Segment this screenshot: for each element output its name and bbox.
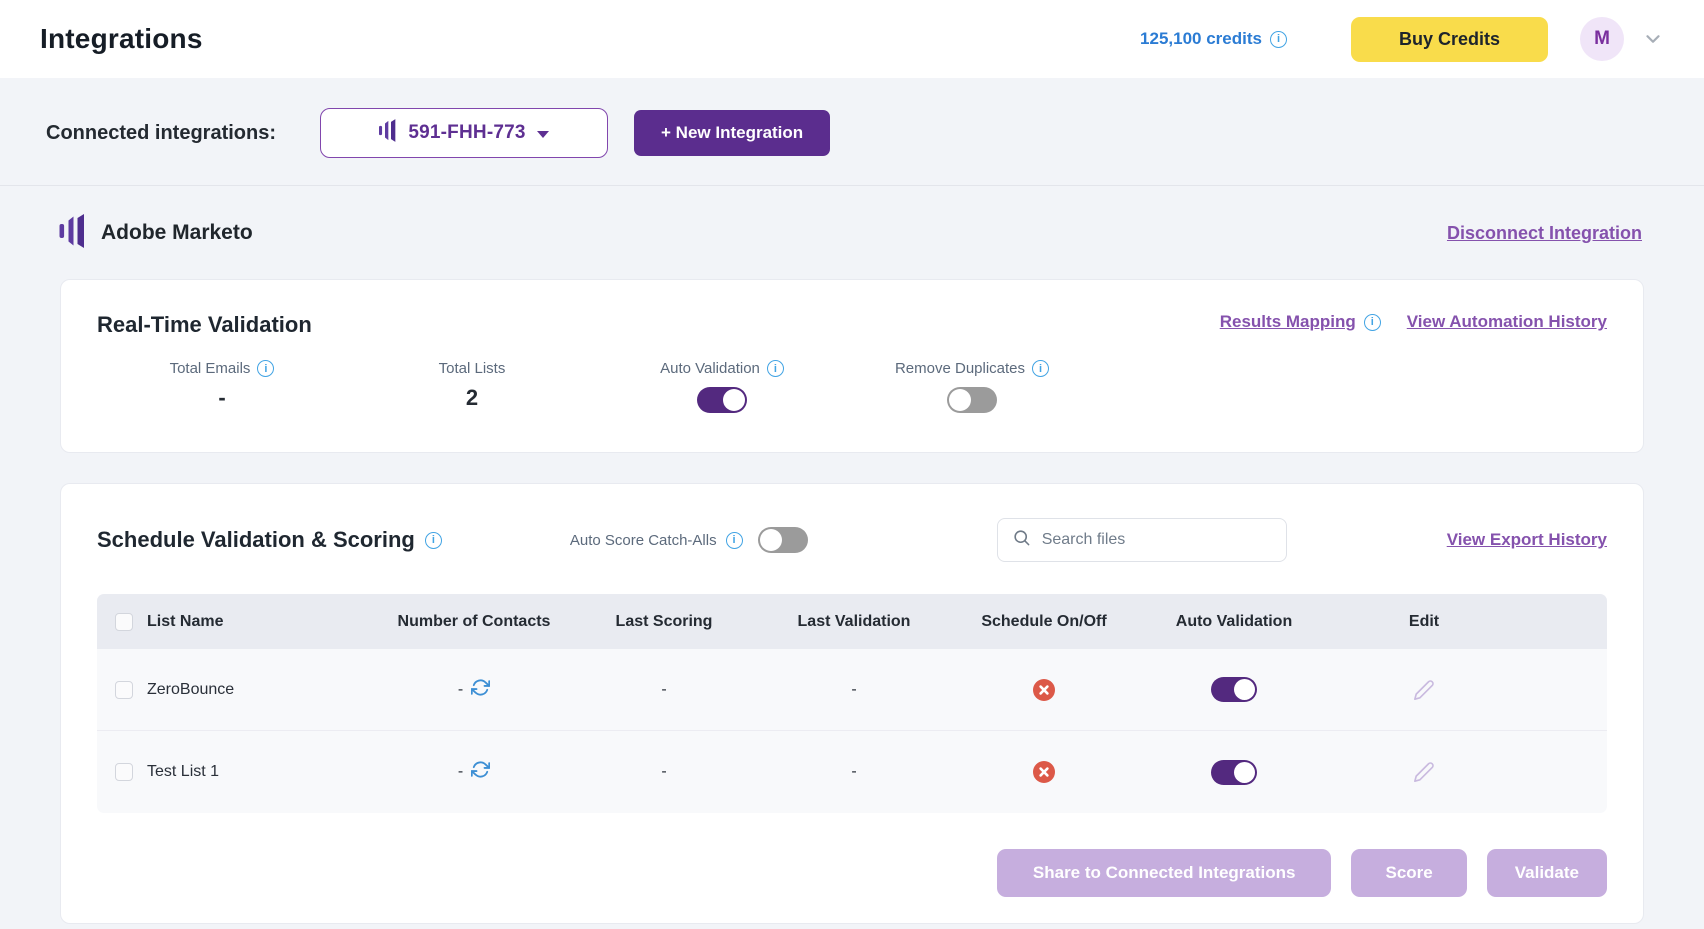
- realtime-validation-card: Real-Time Validation Results Mapping Vie…: [60, 279, 1644, 453]
- chevron-down-icon[interactable]: [1642, 28, 1664, 50]
- caret-down-icon: [537, 131, 549, 138]
- total-emails-info-icon[interactable]: [257, 360, 274, 377]
- col-last-scoring: Last Scoring: [569, 613, 759, 631]
- auto-score-toggle[interactable]: [758, 527, 808, 553]
- table-row: ZeroBounce - - -: [97, 649, 1607, 731]
- total-emails-value: -: [97, 385, 347, 411]
- main-content: Connected integrations: 591-FHH-773 + Ne…: [0, 78, 1704, 924]
- integration-name: Adobe Marketo: [101, 221, 253, 245]
- results-mapping-link[interactable]: Results Mapping: [1220, 312, 1356, 332]
- row-auto-validation-toggle[interactable]: [1211, 760, 1257, 785]
- auto-score-info-icon[interactable]: [726, 532, 743, 549]
- marketo-icon: [379, 119, 397, 147]
- last-scoring-value: -: [569, 681, 759, 699]
- remove-duplicates-toggle[interactable]: [947, 387, 997, 413]
- selected-integration-value: 591-FHH-773: [408, 122, 525, 144]
- stat-total-lists: Total Lists 2: [347, 360, 597, 416]
- page-title: Integrations: [40, 23, 203, 55]
- validate-button[interactable]: Validate: [1487, 849, 1607, 897]
- connected-integrations-label: Connected integrations:: [46, 122, 276, 145]
- col-number-of-contacts: Number of Contacts: [379, 613, 569, 631]
- bulk-actions: Share to Connected Integrations Score Va…: [97, 849, 1607, 897]
- row-auto-validation-toggle[interactable]: [1211, 677, 1257, 702]
- list-name: ZeroBounce: [147, 681, 234, 699]
- remove-duplicates-info-icon[interactable]: [1032, 360, 1049, 377]
- contacts-value: -: [458, 763, 463, 781]
- lists-table: List Name Number of Contacts Last Scorin…: [97, 594, 1607, 813]
- disconnect-integration-link[interactable]: Disconnect Integration: [1447, 223, 1642, 244]
- search-icon: [1012, 528, 1031, 552]
- stat-label: Remove Duplicates: [895, 360, 1025, 377]
- last-validation-value: -: [759, 681, 949, 699]
- connected-integrations-bar: Connected integrations: 591-FHH-773 + Ne…: [46, 108, 1704, 158]
- view-export-history-link[interactable]: View Export History: [1447, 530, 1607, 550]
- stat-remove-duplicates: Remove Duplicates: [847, 360, 1097, 416]
- results-mapping-info-icon[interactable]: [1364, 314, 1381, 331]
- refresh-icon[interactable]: [471, 678, 490, 702]
- credits-amount: 125,100 credits: [1140, 29, 1262, 49]
- section-divider: [0, 185, 1704, 186]
- table-row: Test List 1 - - -: [97, 731, 1607, 813]
- marketo-logo-icon: [59, 214, 87, 253]
- row-checkbox[interactable]: [115, 681, 133, 699]
- edit-pencil-icon[interactable]: [1413, 761, 1435, 783]
- credits-link[interactable]: 125,100 credits: [1140, 29, 1287, 49]
- refresh-icon[interactable]: [471, 760, 490, 784]
- col-schedule-on-off: Schedule On/Off: [949, 613, 1139, 631]
- auto-score-label: Auto Score Catch-Alls: [570, 532, 717, 549]
- schedule-validation-card: Schedule Validation & Scoring Auto Score…: [60, 483, 1644, 924]
- view-automation-history-link[interactable]: View Automation History: [1407, 312, 1607, 332]
- credits-info-icon[interactable]: [1270, 31, 1287, 48]
- row-checkbox[interactable]: [115, 763, 133, 781]
- header-actions: 125,100 credits Buy Credits M: [1140, 17, 1664, 62]
- last-validation-value: -: [759, 763, 949, 781]
- integration-selector-dropdown[interactable]: 591-FHH-773: [320, 108, 608, 158]
- share-to-connected-button[interactable]: Share to Connected Integrations: [997, 849, 1332, 897]
- last-scoring-value: -: [569, 763, 759, 781]
- realtime-stats: Total Emails - Total Lists 2 Auto Valida…: [97, 360, 1607, 416]
- col-list-name: List Name: [147, 613, 223, 631]
- contacts-value: -: [458, 681, 463, 699]
- edit-pencil-icon[interactable]: [1413, 679, 1435, 701]
- integration-header: Adobe Marketo Disconnect Integration: [59, 212, 1642, 254]
- stat-label: Auto Validation: [660, 360, 760, 377]
- top-header: Integrations 125,100 credits Buy Credits…: [0, 0, 1704, 78]
- auto-validation-toggle[interactable]: [697, 387, 747, 413]
- schedule-off-icon[interactable]: [1032, 760, 1056, 784]
- col-auto-validation: Auto Validation: [1139, 613, 1329, 631]
- stat-label: Total Lists: [439, 360, 506, 377]
- score-button[interactable]: Score: [1351, 849, 1466, 897]
- stat-label: Total Emails: [170, 360, 251, 377]
- list-name: Test List 1: [147, 763, 219, 781]
- select-all-checkbox[interactable]: [115, 613, 133, 631]
- auto-validation-info-icon[interactable]: [767, 360, 784, 377]
- col-edit: Edit: [1329, 613, 1519, 631]
- table-header: List Name Number of Contacts Last Scorin…: [97, 594, 1607, 649]
- search-input[interactable]: [1042, 531, 1272, 549]
- schedule-card-title: Schedule Validation & Scoring: [97, 527, 415, 553]
- new-integration-button[interactable]: + New Integration: [634, 110, 830, 156]
- buy-credits-button[interactable]: Buy Credits: [1351, 17, 1548, 62]
- search-box: [997, 518, 1287, 562]
- stat-total-emails: Total Emails -: [97, 360, 347, 416]
- col-last-validation: Last Validation: [759, 613, 949, 631]
- avatar[interactable]: M: [1580, 17, 1624, 61]
- schedule-off-icon[interactable]: [1032, 678, 1056, 702]
- realtime-card-title: Real-Time Validation: [97, 312, 312, 338]
- schedule-card-info-icon[interactable]: [425, 532, 442, 549]
- total-lists-value: 2: [347, 385, 597, 411]
- stat-auto-validation: Auto Validation: [597, 360, 847, 416]
